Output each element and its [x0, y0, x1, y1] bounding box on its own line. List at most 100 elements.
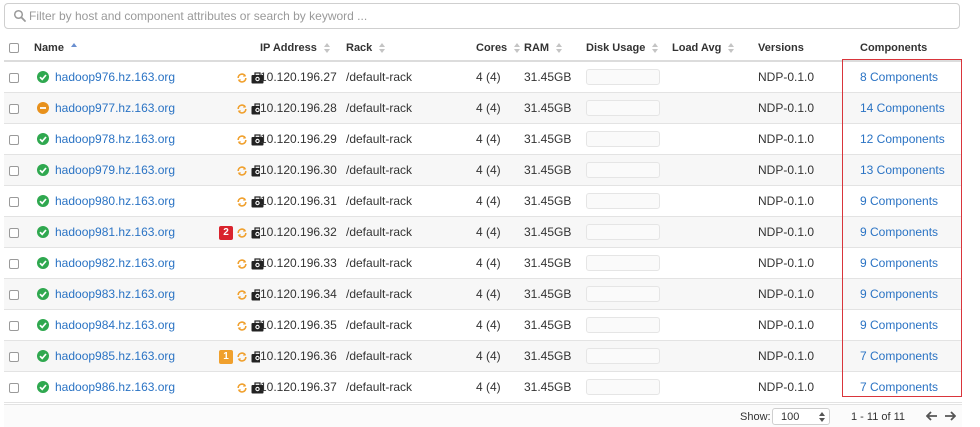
host-name-link[interactable]: hadoop983.hz.163.org	[55, 287, 175, 301]
components-link[interactable]: 9 Components	[860, 287, 938, 301]
ram: 31.45GB	[524, 132, 572, 146]
table-row: hadoop979.hz.163.org 10.120.196.30/defaul…	[4, 154, 962, 186]
disk-usage-header[interactable]: Disk Usage	[586, 36, 672, 62]
components-link[interactable]: 9 Components	[860, 318, 938, 332]
prev-page-arrow-icon[interactable]	[926, 410, 938, 422]
version: NDP-0.1.0	[758, 101, 815, 115]
restart-icon[interactable]	[236, 227, 248, 239]
host-name-link[interactable]: hadoop978.hz.163.org	[55, 132, 175, 146]
cores: 4 (4)	[476, 70, 501, 84]
next-page-arrow-icon[interactable]	[944, 410, 956, 422]
show-label: Show:	[740, 411, 771, 423]
host-name-link[interactable]: hadoop976.hz.163.org	[55, 70, 175, 84]
cores: 4 (4)	[476, 318, 501, 332]
host-status-icon	[37, 133, 49, 146]
check-icon	[39, 322, 47, 330]
row-checkbox[interactable]	[9, 72, 19, 83]
load-avg-header[interactable]: Load Avg	[672, 36, 758, 62]
rack: /default-rack	[346, 132, 413, 146]
host-name-link[interactable]: hadoop982.hz.163.org	[55, 256, 175, 270]
host-status-icon	[37, 288, 49, 301]
restart-icon[interactable]	[236, 103, 248, 115]
host-action-icons	[224, 92, 264, 124]
host-name-link[interactable]: hadoop981.hz.163.org	[55, 225, 175, 239]
sort-icon	[556, 43, 563, 54]
components-link[interactable]: 9 Components	[860, 256, 938, 270]
components-link[interactable]: 14 Components	[860, 101, 945, 115]
row-checkbox[interactable]	[9, 382, 19, 393]
host-status-icon	[37, 381, 49, 394]
check-icon	[39, 229, 47, 237]
row-checkbox[interactable]	[9, 134, 19, 145]
restart-icon[interactable]	[236, 289, 248, 301]
restart-icon[interactable]	[236, 382, 248, 394]
table-header-row: Name IP Address Rack Cores RAM Disk Usag…	[4, 36, 962, 62]
cores: 4 (4)	[476, 349, 501, 363]
alert-count-badge[interactable]: 2	[219, 225, 233, 240]
ip-header[interactable]: IP Address	[260, 36, 346, 62]
components-link[interactable]: 13 Components	[860, 163, 945, 177]
version: NDP-0.1.0	[758, 380, 815, 394]
ip-address: 10.120.196.29	[260, 132, 337, 146]
name-header[interactable]: Name	[34, 36, 224, 62]
host-status-icon	[37, 102, 49, 115]
host-name-link[interactable]: hadoop979.hz.163.org	[55, 163, 175, 177]
check-icon	[39, 136, 47, 144]
check-icon	[39, 74, 47, 82]
rack: /default-rack	[346, 225, 413, 239]
host-name-link[interactable]: hadoop980.hz.163.org	[55, 194, 175, 208]
row-checkbox[interactable]	[9, 196, 19, 207]
table-row: hadoop977.hz.163.org 10.120.196.28/defaul…	[4, 92, 962, 124]
host-status-icon	[37, 226, 49, 239]
host-action-icons	[224, 123, 264, 155]
search-box[interactable]	[4, 3, 960, 29]
select-all-checkbox[interactable]	[9, 43, 19, 54]
restart-icon[interactable]	[236, 72, 248, 84]
ram: 31.45GB	[524, 70, 572, 84]
host-status-icon	[37, 257, 49, 270]
restart-icon[interactable]	[236, 351, 248, 363]
components-link[interactable]: 7 Components	[860, 349, 938, 363]
cores: 4 (4)	[476, 225, 501, 239]
row-checkbox[interactable]	[9, 103, 19, 114]
row-checkbox[interactable]	[9, 320, 19, 331]
table-row: hadoop986.hz.163.org 10.120.196.37/defaul…	[4, 371, 962, 403]
restart-icon[interactable]	[236, 165, 248, 177]
row-checkbox[interactable]	[9, 351, 19, 362]
restart-icon[interactable]	[236, 320, 248, 332]
host-name-link[interactable]: hadoop985.hz.163.org	[55, 349, 175, 363]
row-checkbox[interactable]	[9, 165, 19, 176]
restart-icon[interactable]	[236, 134, 248, 146]
ip-address: 10.120.196.35	[260, 318, 337, 332]
cores: 4 (4)	[476, 287, 501, 301]
rack-header[interactable]: Rack	[346, 36, 476, 62]
check-icon	[39, 291, 47, 299]
components-link[interactable]: 8 Components	[860, 70, 938, 84]
host-name-link[interactable]: hadoop977.hz.163.org	[55, 101, 175, 115]
search-input[interactable]	[29, 7, 929, 25]
table-row: hadoop976.hz.163.org 10.120.196.27/defaul…	[4, 61, 962, 93]
minus-icon	[40, 107, 46, 110]
host-action-icons	[224, 154, 264, 186]
components-link[interactable]: 9 Components	[860, 225, 938, 239]
row-checkbox[interactable]	[9, 289, 19, 300]
rack: /default-rack	[346, 287, 413, 301]
components-link[interactable]: 9 Components	[860, 194, 938, 208]
sort-icon	[323, 43, 330, 54]
disk-usage-bar	[586, 317, 660, 333]
sort-icon	[728, 43, 735, 54]
page-size-select[interactable]: 100	[772, 408, 830, 425]
restart-icon[interactable]	[236, 258, 248, 270]
host-name-link[interactable]: hadoop986.hz.163.org	[55, 380, 175, 394]
alert-count-badge[interactable]: 1	[219, 349, 233, 364]
host-name-link[interactable]: hadoop984.hz.163.org	[55, 318, 175, 332]
row-checkbox[interactable]	[9, 227, 19, 238]
disk-usage-bar	[586, 286, 660, 302]
components-link[interactable]: 12 Components	[860, 132, 945, 146]
rack: /default-rack	[346, 349, 413, 363]
cores-header[interactable]: Cores	[476, 36, 524, 62]
row-checkbox[interactable]	[9, 258, 19, 269]
restart-icon[interactable]	[236, 196, 248, 208]
components-link[interactable]: 7 Components	[860, 380, 938, 394]
ram-header[interactable]: RAM	[524, 36, 586, 62]
